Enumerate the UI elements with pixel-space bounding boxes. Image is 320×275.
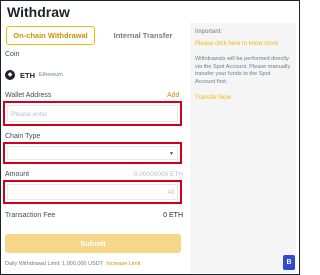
wallet-address-label: Wallet Address <box>5 92 52 99</box>
add-address-link[interactable]: Add <box>167 92 179 99</box>
chain-type-select[interactable]: ▼ <box>3 142 182 164</box>
page-title: Withdraw <box>7 4 70 20</box>
amount-label: Amount <box>5 171 30 178</box>
transaction-fee-value: 0 ETH <box>163 212 183 219</box>
submit-button[interactable]: Submit <box>5 234 181 253</box>
spot-account-notice: Withdrawals will be performed directly v… <box>195 56 291 85</box>
daily-limit: Daily Withdrawal Limit: 1,000,000 USDT In… <box>5 261 140 267</box>
tab-onchain-withdrawal[interactable]: On-chain Withdrawal <box>6 26 95 45</box>
transfer-now-link[interactable]: Transfer Now <box>195 95 291 101</box>
max-amount-button[interactable]: All <box>167 190 174 196</box>
chat-support-icon[interactable]: B <box>283 255 295 270</box>
info-sidebar: Important: Please click here to know mor… <box>190 23 296 273</box>
tab-bar: On-chain Withdrawal Internal Transfer <box>6 26 188 45</box>
available-balance: 0.00000000 ETH <box>133 171 183 178</box>
wallet-address-placeholder: Please enter <box>11 111 48 118</box>
coin-selector[interactable]: ◆ ETH Ethereum <box>5 67 63 83</box>
coin-label: Coin <box>5 51 20 58</box>
transaction-fee-row: Transaction Fee 0 ETH <box>5 212 183 219</box>
daily-limit-text: Daily Withdrawal Limit: 1,000,000 USDT <box>5 261 104 267</box>
increase-limit-link[interactable]: Increase Limit <box>106 261 140 267</box>
coin-name: Ethereum <box>39 72 63 78</box>
amount-input[interactable]: All <box>3 180 182 204</box>
transaction-fee-label: Transaction Fee <box>5 212 56 219</box>
important-heading: Important: <box>195 29 223 35</box>
wallet-address-input[interactable]: Please enter <box>3 101 182 126</box>
tab-internal-transfer[interactable]: Internal Transfer <box>98 26 188 45</box>
chevron-down-icon: ▼ <box>169 151 174 157</box>
help-link[interactable]: Please click here to know more <box>195 41 291 47</box>
chain-type-label: Chain Type <box>5 133 41 140</box>
coin-symbol: ETH <box>20 70 35 80</box>
ethereum-icon: ◆ <box>5 70 15 80</box>
